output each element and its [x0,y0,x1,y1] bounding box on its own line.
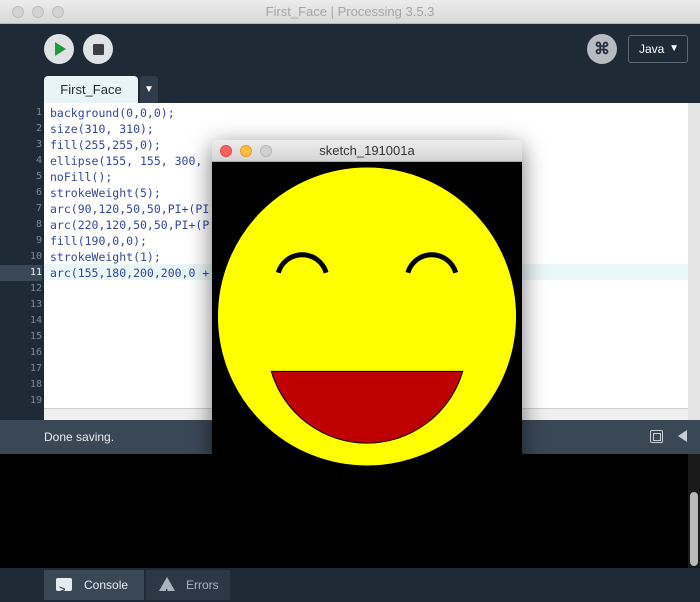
title-bar: First_Face | Processing 3.5.3 [0,0,700,24]
sketch-title-bar: sketch_191001a [212,140,522,162]
sketch-window: sketch_191001a [212,140,522,471]
mode-selector[interactable]: Java ▼ [628,35,688,63]
run-button[interactable] [44,34,74,64]
footer-tabs: Console Errors [0,568,700,602]
mode-label: Java [639,42,665,56]
console-icon [56,575,72,602]
line-number: 14 [29,315,42,326]
line-number: 1 [35,107,42,118]
code-line: size(310, 310); [50,122,154,136]
sketch-canvas[interactable] [212,162,522,471]
tab-menu-button[interactable]: ▼ [140,76,158,103]
code-line: background(0,0,0); [50,106,175,120]
status-message: Done saving. [44,430,115,444]
tab-errors[interactable]: Errors [146,570,230,602]
line-number: 10 [29,251,42,262]
collapse-console-icon[interactable] [678,430,687,442]
code-line: strokeWeight(5); [50,186,161,200]
line-number: 9 [35,235,42,246]
console-scroll-thumb[interactable] [690,492,698,566]
debugger-button[interactable]: ⌘ [587,34,617,64]
line-number: 13 [29,299,42,310]
warning-icon [159,577,175,602]
window-title: First_Face | Processing 3.5.3 [265,4,435,19]
code-line: arc(90,120,50,50,PI+(PI [50,202,210,216]
chevron-down-icon: ▼ [669,43,679,54]
line-number: 8 [35,219,42,230]
line-number: 4 [35,155,42,166]
code-line: strokeWeight(1); [50,250,161,264]
toolbar: ⌘ Java ▼ [0,24,700,76]
play-icon [55,42,66,56]
line-number: 2 [35,123,42,134]
line-number: 12 [29,283,42,294]
errors-tab-label: Errors [186,578,219,592]
sketch-tabs: First_Face ▼ [0,76,700,103]
code-line: arc(155,180,200,200,0 + [50,266,210,280]
line-number: 6 [35,187,42,198]
debugger-icon: ⌘ [594,41,610,58]
code-line: fill(190,0,0); [50,234,147,248]
copy-icon[interactable] [650,430,663,443]
tab-first-face[interactable]: First_Face [44,76,138,103]
code-line: fill(255,255,0); [50,138,161,152]
line-number-gutter: 1 2 3 4 5 6 7 8 9 10 11 12 13 14 15 16 17 18 19 [0,103,44,408]
line-number: 7 [35,203,42,214]
line-number: 5 [35,171,42,182]
line-number: 19 [29,395,42,406]
line-number: 18 [29,379,42,390]
code-line: ellipse(155, 155, 300, [50,154,203,168]
line-number: 15 [29,331,42,342]
line-number: 17 [29,363,42,374]
code-line: noFill(); [50,170,113,184]
stop-icon [92,43,104,55]
stop-button[interactable] [83,34,113,64]
tab-console[interactable]: Console [44,570,144,602]
console-output[interactable] [0,454,688,568]
code-line: arc(220,120,50,50,PI+(P [50,218,210,232]
line-number: 11 [0,265,42,281]
console-tab-label: Console [84,578,129,592]
line-number: 16 [29,347,42,358]
scrollbar-corner [688,408,700,420]
editor-vertical-scrollbar[interactable] [688,103,700,408]
sketch-title: sketch_191001a [319,143,415,158]
smiley-face-drawing [212,162,522,471]
line-number: 3 [35,139,42,150]
